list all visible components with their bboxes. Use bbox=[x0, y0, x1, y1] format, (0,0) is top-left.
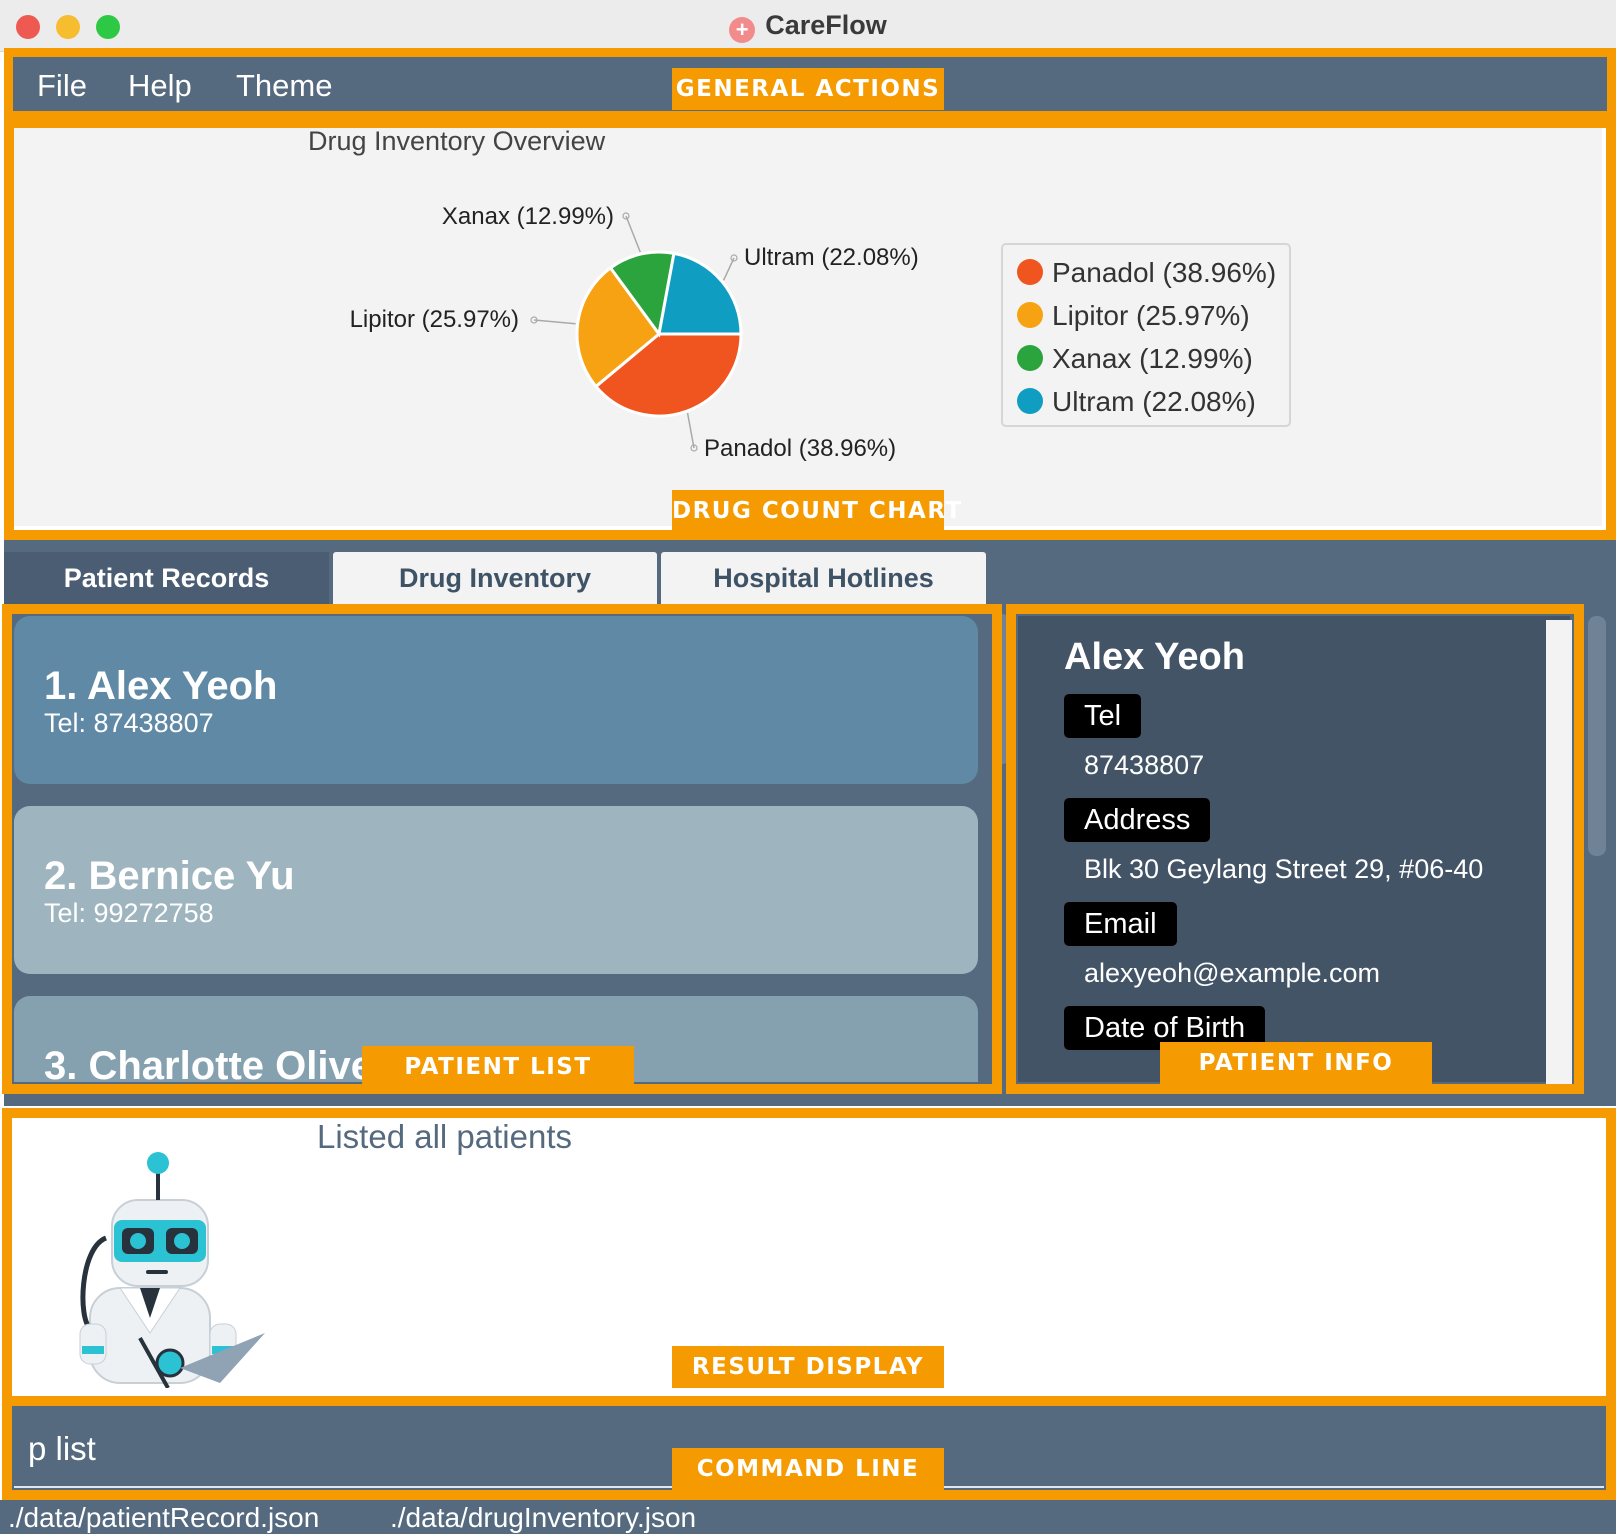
info-email-value: alexyeoh@example.com bbox=[1084, 958, 1381, 988]
legend-item: Lipitor (25.97%) bbox=[1052, 300, 1250, 331]
leader-line bbox=[533, 319, 576, 325]
window-title: + CareFlow bbox=[0, 10, 1616, 43]
result-message: Listed all patients bbox=[317, 1118, 572, 1155]
slice-label: Panadol (38.96%) bbox=[704, 435, 896, 462]
leader-line bbox=[625, 215, 641, 253]
slice-label: Xanax (12.99%) bbox=[442, 203, 614, 230]
patient-list-label: PATIENT LIST bbox=[362, 1046, 634, 1088]
leader-line bbox=[722, 257, 735, 281]
chart-title: Drug Inventory Overview bbox=[308, 126, 606, 156]
title-bar: + CareFlow bbox=[0, 0, 1616, 52]
result-display-label: RESULT DISPLAY bbox=[672, 1346, 944, 1388]
menu-theme[interactable]: Theme bbox=[236, 68, 332, 104]
info-email-label: Email bbox=[1064, 902, 1177, 946]
menu-help[interactable]: Help bbox=[128, 68, 192, 104]
info-address-label: Address bbox=[1064, 798, 1211, 842]
pie-chart: Drug Inventory Overview Panadol (38.96%) L… bbox=[308, 126, 1291, 462]
drug-chart-label: DRUG COUNT CHART bbox=[672, 490, 961, 532]
info-address-value: Blk 30 Geylang Street 29, #06-40 bbox=[1084, 854, 1484, 884]
info-patient-name: Alex Yeoh bbox=[1064, 636, 1245, 678]
patient-card[interactable]: 1. Alex Yeoh Tel: 87438807 bbox=[14, 616, 978, 784]
red-cross-icon: + bbox=[729, 17, 756, 43]
info-tel-label: Tel bbox=[1064, 694, 1142, 738]
pie-slice-ultram bbox=[657, 251, 743, 336]
legend-item: Panadol (38.96%) bbox=[1052, 257, 1276, 288]
patient-info-label: PATIENT INFO bbox=[1160, 1042, 1432, 1084]
legend-swatch bbox=[1017, 388, 1043, 414]
general-actions-label: GENERAL ACTIONS bbox=[672, 68, 944, 110]
tab-drug-inventory[interactable]: Drug Inventory bbox=[333, 552, 657, 604]
legend-swatch bbox=[1017, 302, 1043, 328]
command-input[interactable]: p list bbox=[28, 1430, 96, 1468]
tab-patient-records[interactable]: Patient Records bbox=[4, 552, 329, 604]
careflow-robot-mascot-icon bbox=[79, 1152, 265, 1388]
patient-list: 1. Alex Yeoh Tel: 87438807 2. Bernice Yu… bbox=[10, 612, 1000, 1082]
patient-tel: Tel: 87438807 bbox=[44, 708, 214, 738]
info-tel-value: 87438807 bbox=[1084, 750, 1205, 780]
patient-data-path: ./data/patientRecord.json bbox=[8, 1502, 320, 1533]
command-line-label: COMMAND LINE bbox=[672, 1448, 944, 1490]
patient-name: 2. Bernice Yu bbox=[44, 854, 295, 898]
slice-label: Lipitor (25.97%) bbox=[350, 306, 519, 333]
legend-item: Xanax (12.99%) bbox=[1052, 343, 1253, 374]
patient-info-scrollbar[interactable] bbox=[1546, 620, 1572, 1084]
drug-chart-panel: Drug Inventory Overview Panadol (38.96%) L… bbox=[14, 126, 1602, 526]
patient-list-scrollbar[interactable] bbox=[998, 614, 1008, 764]
tab-hospital-hotlines[interactable]: Hospital Hotlines bbox=[661, 552, 986, 604]
patient-card[interactable]: 2. Bernice Yu Tel: 99272758 bbox=[14, 806, 978, 974]
legend-swatch bbox=[1017, 345, 1043, 371]
patient-tel: Tel: 99272758 bbox=[44, 898, 214, 928]
leader-line bbox=[686, 412, 695, 449]
drug-data-path: ./data/drugInventory.json bbox=[390, 1502, 697, 1533]
slice-label: Ultram (22.08%) bbox=[744, 244, 919, 271]
patient-info-panel: Alex Yeoh Tel 87438807 Address Blk 30 Ge… bbox=[1018, 616, 1570, 1082]
menu-file[interactable]: File bbox=[37, 68, 87, 104]
panel-scrollbar[interactable] bbox=[1588, 616, 1606, 856]
patient-name: 1. Alex Yeoh bbox=[44, 664, 278, 708]
app-name: CareFlow bbox=[765, 10, 887, 40]
legend-item: Ultram (22.08%) bbox=[1052, 386, 1256, 417]
legend-swatch bbox=[1017, 259, 1043, 285]
